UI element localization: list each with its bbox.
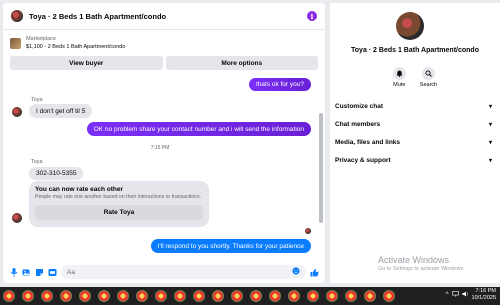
- message-sender: Toya: [31, 97, 43, 103]
- message-input-placeholder: Aa: [67, 268, 75, 276]
- chevron-down-icon: ▾: [488, 121, 492, 128]
- message-list: thats ok for you? Toya I don't get off t…: [3, 73, 317, 261]
- chrome-icon[interactable]: [326, 290, 338, 302]
- message-outgoing: OK no problem share your contact number …: [86, 122, 311, 136]
- chevron-up-icon[interactable]: ^: [446, 292, 449, 298]
- message-composer: Aa: [3, 261, 325, 283]
- chrome-icon[interactable]: [3, 290, 15, 302]
- chrome-icon[interactable]: [345, 290, 357, 302]
- privacy-support-item[interactable]: Privacy & support ▾: [335, 151, 492, 169]
- menu-item-label: Customize chat: [335, 102, 384, 110]
- customize-chat-item[interactable]: Customize chat ▾: [335, 97, 492, 115]
- clock-time: 7:16 PM: [475, 288, 496, 294]
- message-timestamp: 7:15 PM: [150, 145, 170, 151]
- chrome-icon[interactable]: [212, 290, 224, 302]
- menu-item-label: Chat members: [335, 120, 381, 128]
- chevron-down-icon: ▾: [488, 157, 492, 164]
- details-menu: Customize chat ▾ Chat members ▾ Media, f…: [335, 97, 492, 169]
- message-outgoing: thats ok for you?: [248, 78, 311, 91]
- chrome-icon[interactable]: [60, 290, 72, 302]
- chrome-icon[interactable]: [364, 290, 376, 302]
- listing-source: Marketplace: [26, 36, 56, 42]
- message-incoming: I don't get off til 5: [29, 104, 93, 118]
- mute-action[interactable]: Mute: [392, 67, 406, 88]
- thumbs-up-icon[interactable]: [310, 268, 319, 277]
- rating-card-title: You can now rate each other: [35, 186, 124, 193]
- rating-card-subtitle: People may rate one another based on the…: [35, 194, 202, 200]
- chrome-icon[interactable]: [231, 290, 243, 302]
- chrome-icon[interactable]: [193, 290, 205, 302]
- info-icon[interactable]: i: [307, 11, 317, 21]
- view-buyer-button[interactable]: View buyer: [10, 56, 163, 70]
- network-icon[interactable]: [451, 291, 459, 299]
- rate-button[interactable]: Rate Toya: [35, 205, 203, 220]
- mute-label: Mute: [393, 82, 406, 88]
- search-icon[interactable]: [422, 67, 435, 80]
- chat-header: Toya · 2 Beds 1 Bath Apartment/condo i: [3, 3, 325, 30]
- bell-icon[interactable]: [392, 67, 406, 80]
- activate-windows-watermark: Activate Windows Go to Settings to activ…: [378, 255, 465, 272]
- chrome-icon[interactable]: [136, 290, 148, 302]
- message-outgoing: I'll respond to you shortly. Thanks for …: [150, 239, 311, 253]
- message-sender: Toya: [31, 159, 43, 165]
- listing-summary[interactable]: Marketplace $1,100 - 2 Beds 1 Bath Apart…: [3, 30, 325, 54]
- listing-actions: View buyer More options: [3, 54, 325, 74]
- gif-icon[interactable]: [48, 268, 57, 277]
- watermark-title: Activate Windows: [378, 255, 450, 265]
- system-clock[interactable]: 7:16 PM 10/1/2025: [472, 288, 496, 302]
- chrome-icon[interactable]: [307, 290, 319, 302]
- conversation-title: Toya · 2 Beds 1 Bath Apartment/condo: [351, 47, 479, 54]
- menu-item-label: Privacy & support: [335, 156, 391, 164]
- chrome-icon[interactable]: [22, 290, 34, 302]
- avatar[interactable]: [396, 12, 424, 40]
- chrome-icon[interactable]: [269, 290, 281, 302]
- avatar[interactable]: [11, 10, 23, 22]
- conversation-actions: Mute Search: [330, 67, 500, 88]
- sticker-icon[interactable]: [35, 268, 44, 277]
- chrome-icon[interactable]: [155, 290, 167, 302]
- watermark-subtitle: Go to Settings to activate Windows.: [378, 266, 465, 272]
- listing-thumbnail: [10, 37, 21, 49]
- listing-title: $1,100 - 2 Beds 1 Bath Apartment/condo: [26, 44, 126, 50]
- chat-members-item[interactable]: Chat members ▾: [335, 115, 492, 133]
- search-action[interactable]: Search: [420, 67, 437, 88]
- rating-card: You can now rate each other People may r…: [29, 181, 209, 227]
- chrome-icon[interactable]: [79, 290, 91, 302]
- emoji-icon[interactable]: [292, 267, 300, 277]
- read-receipt-avatar: [305, 228, 311, 234]
- message-incoming: 302-310-5355: [29, 167, 84, 180]
- menu-item-label: Media, files and links: [335, 138, 401, 146]
- chrome-icon[interactable]: [174, 290, 186, 302]
- chat-title[interactable]: Toya · 2 Beds 1 Bath Apartment/condo: [29, 12, 307, 21]
- chat-panel: Toya · 2 Beds 1 Bath Apartment/condo i M…: [3, 3, 325, 283]
- listing-text: Marketplace $1,100 - 2 Beds 1 Bath Apart…: [26, 35, 125, 51]
- chrome-icon[interactable]: [383, 290, 395, 302]
- chrome-icon[interactable]: [288, 290, 300, 302]
- volume-icon[interactable]: [462, 291, 469, 299]
- scrollbar[interactable]: [319, 113, 323, 223]
- chrome-icon[interactable]: [117, 290, 129, 302]
- chevron-down-icon: ▾: [488, 103, 492, 110]
- microphone-icon[interactable]: [9, 267, 18, 277]
- avatar[interactable]: [12, 107, 22, 117]
- chrome-icon[interactable]: [41, 290, 53, 302]
- more-options-button[interactable]: More options: [165, 56, 318, 70]
- chrome-icon[interactable]: [250, 290, 262, 302]
- conversation-details-panel: Toya · 2 Beds 1 Bath Apartment/condo Mut…: [330, 3, 500, 283]
- taskbar: ^ 7:16 PM 10/1/2025: [0, 287, 500, 305]
- avatar[interactable]: [12, 213, 22, 223]
- media-files-links-item[interactable]: Media, files and links ▾: [335, 133, 492, 151]
- system-tray: ^ 7:16 PM 10/1/2025: [446, 288, 496, 302]
- photo-icon[interactable]: [22, 268, 31, 277]
- search-label: Search: [419, 82, 438, 88]
- chevron-down-icon: ▾: [488, 139, 492, 146]
- clock-date: 10/1/2025: [471, 295, 496, 301]
- chrome-icon[interactable]: [98, 290, 110, 302]
- message-input[interactable]: Aa: [61, 265, 306, 279]
